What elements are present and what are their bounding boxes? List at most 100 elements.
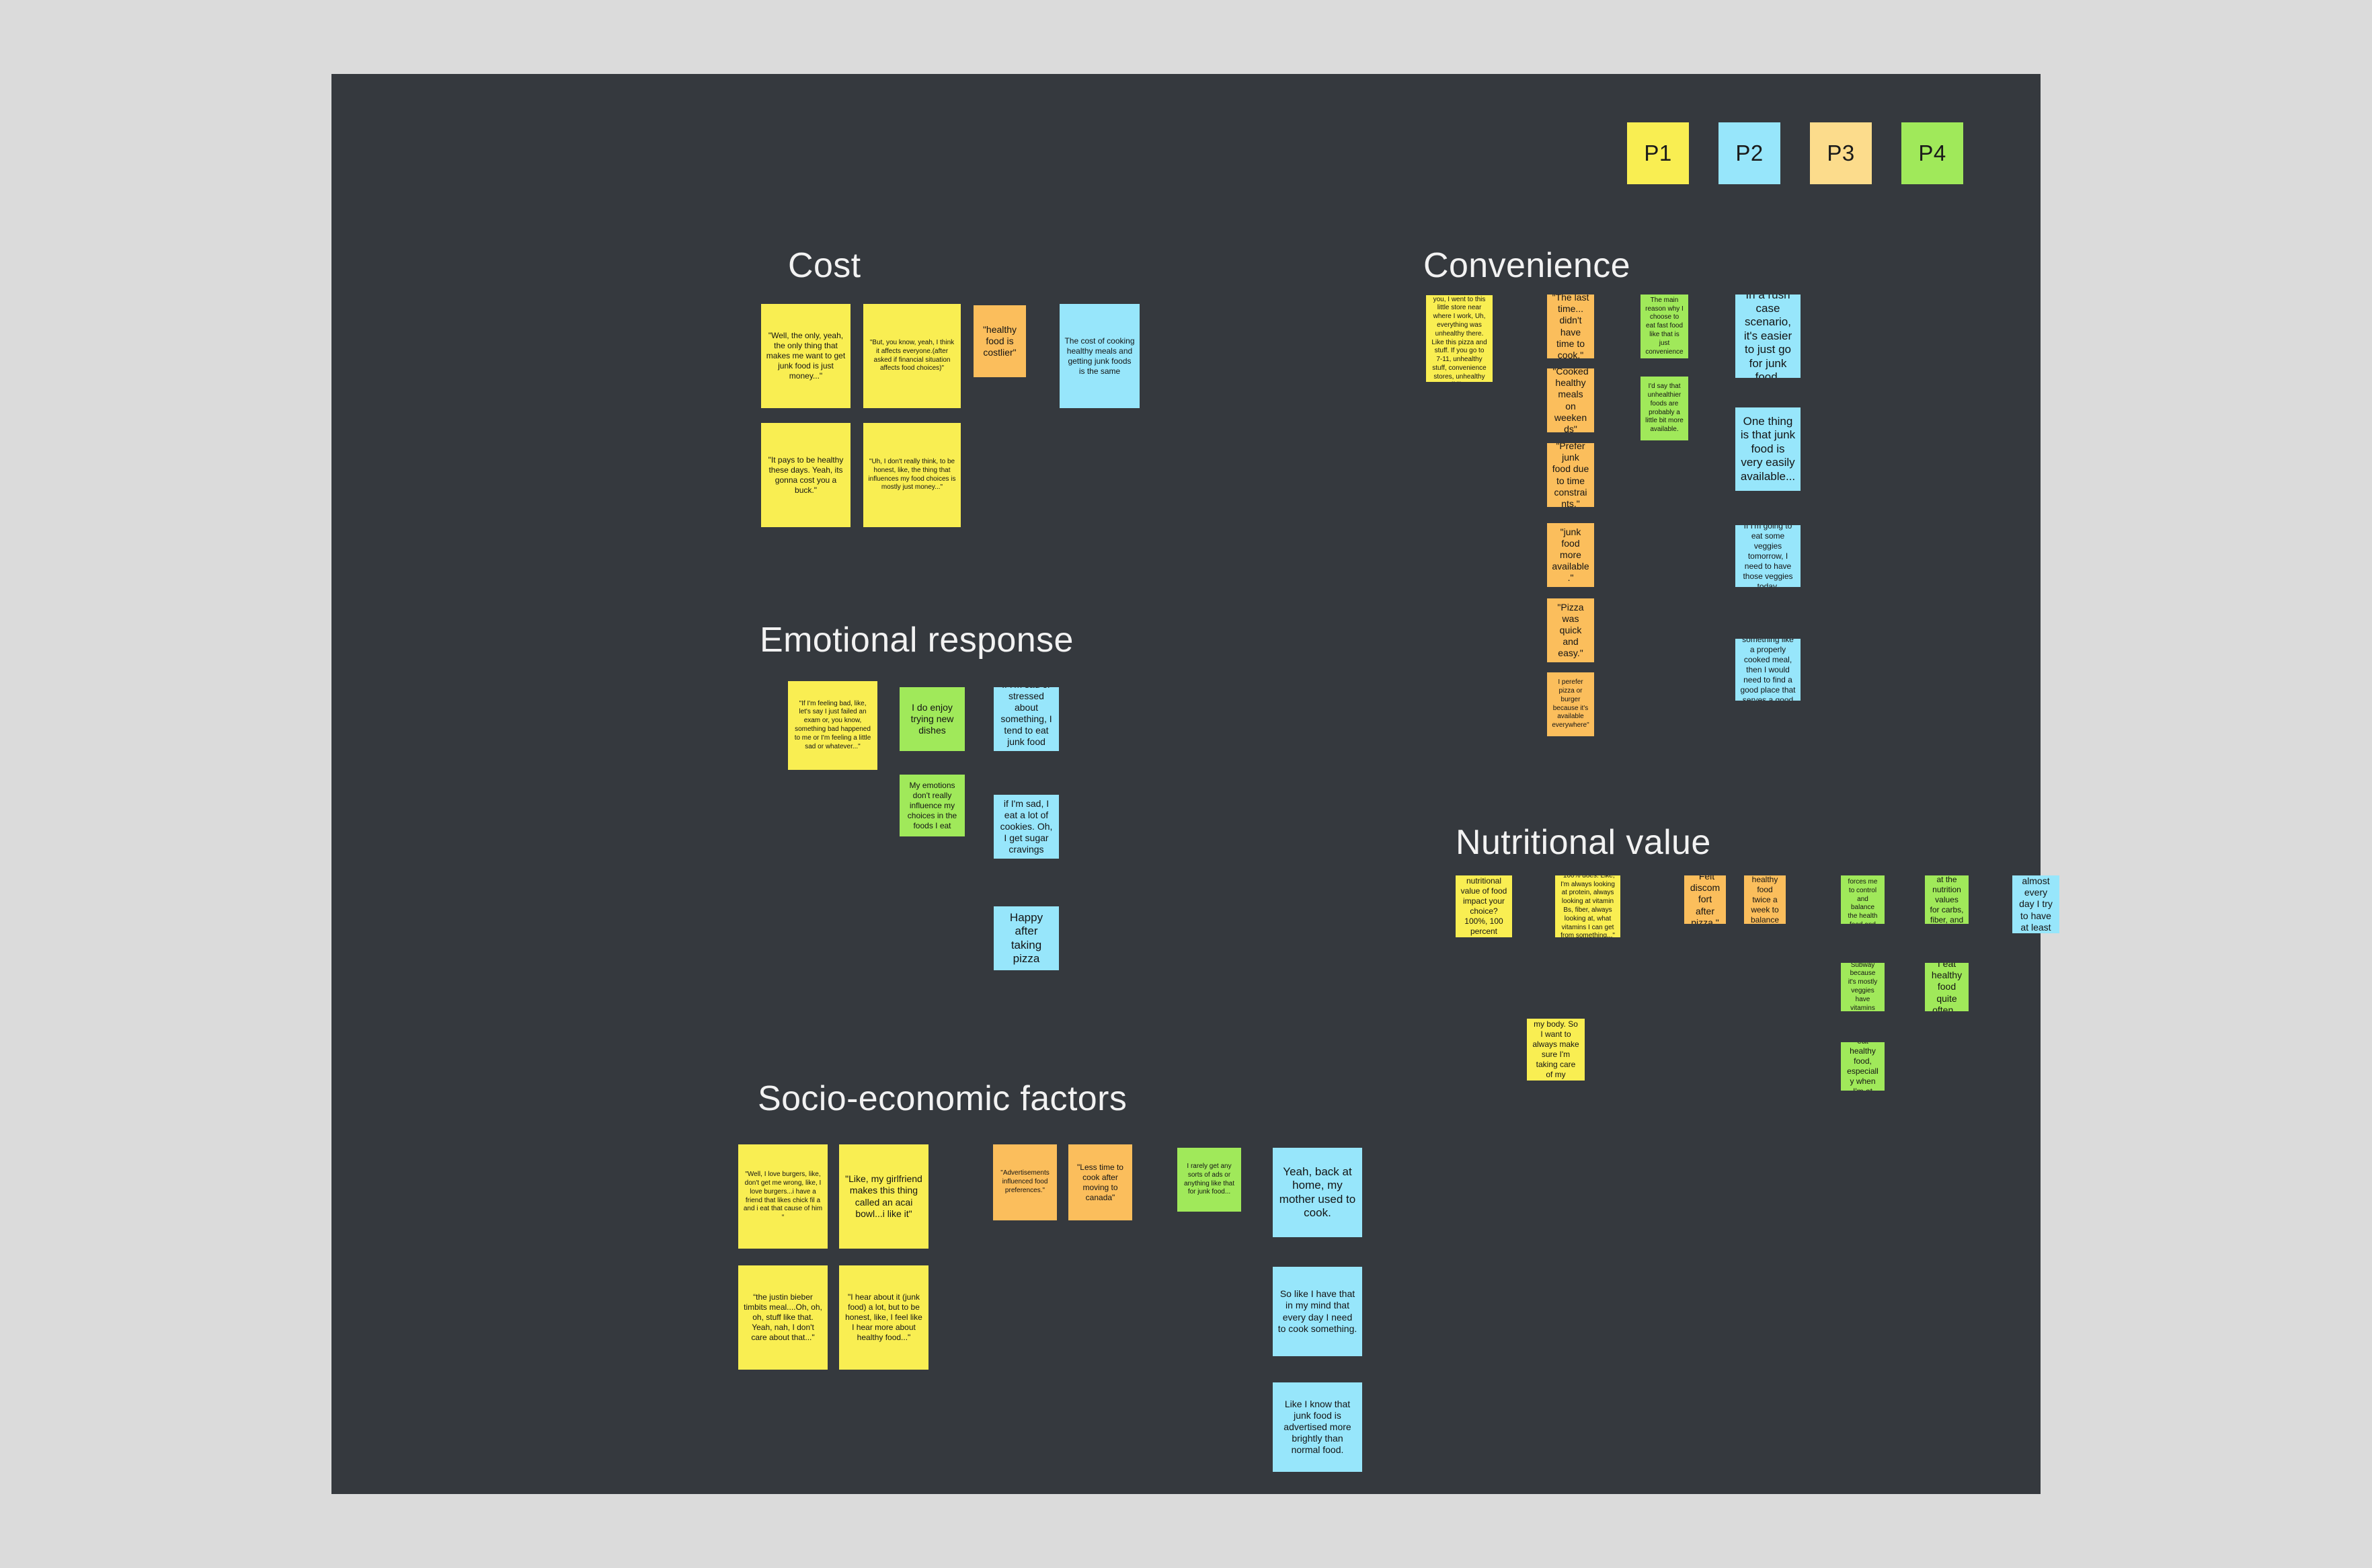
sticky-note[interactable]: "The last time... didn't have time to co… bbox=[1547, 295, 1594, 358]
sticky-note[interactable]: "I hear about it (junk food) a lot, but … bbox=[839, 1265, 928, 1370]
sticky-note[interactable]: Type one diabetes forces me to control a… bbox=[1841, 875, 1885, 924]
sticky-note-text: "If I'm feeling bad, like, let's say I j… bbox=[794, 699, 871, 750]
sticky-note[interactable]: One thing is that junk food is very easi… bbox=[1735, 407, 1801, 491]
legend-chip-label: P1 bbox=[1644, 141, 1672, 165]
sticky-note[interactable]: “the justin bieber timbits meal....Oh, o… bbox=[738, 1265, 828, 1370]
sticky-note[interactable]: Yeah, back at home, my mother used to co… bbox=[1273, 1148, 1362, 1237]
section-title-convenience: Convenience bbox=[1423, 246, 1630, 285]
sticky-note-text: "I cook healthy food twice a week to bal… bbox=[1750, 875, 1780, 924]
sticky-note[interactable]: I eat healthy food quite often... bbox=[1925, 963, 1969, 1011]
sticky-note[interactable]: "Less time to cook after moving to canad… bbox=[1068, 1144, 1132, 1220]
board-canvas[interactable]: P1 P2 P3 P4 Cost "Well, the only, yeah, the … bbox=[331, 74, 2059, 1494]
sticky-note[interactable]: "It pays to be healthy these days. Yeah,… bbox=[761, 423, 851, 527]
sticky-note[interactable]: I mostly eat healthy food, especially wh… bbox=[1841, 1042, 1885, 1091]
sticky-note[interactable]: I rarely get any sorts of ads or anythin… bbox=[1177, 1148, 1241, 1212]
sticky-note-text: I do enjoy trying new dishes bbox=[910, 701, 954, 736]
sticky-note-text: I'd probably have to say Subway because … bbox=[1848, 963, 1878, 1011]
participant-legend: P1 P2 P3 P4 bbox=[1627, 122, 1963, 184]
sticky-note-text: "Like, my girlfriend makes this thing ca… bbox=[845, 1173, 922, 1219]
sticky-note-text: The main reason why I choose to eat fast… bbox=[1645, 296, 1684, 356]
sticky-note-text: "Pizza was quick and easy." bbox=[1557, 601, 1584, 659]
sticky-note-text: I do look at the nutrition values for ca… bbox=[1930, 875, 1964, 924]
sticky-note[interactable]: "But, you know, yeah, I think it affects… bbox=[863, 304, 961, 408]
sticky-note[interactable]: Like almost every day I try to have at l… bbox=[2012, 875, 2059, 933]
sticky-note[interactable]: "Cooked healthy meals on weekends" bbox=[1547, 368, 1594, 432]
sticky-note[interactable]: I perefer pizza or burger because it's a… bbox=[1547, 672, 1594, 736]
sticky-note[interactable]: I'd probably have to say Subway because … bbox=[1841, 963, 1885, 1011]
sticky-note-text: "Well, I love burgers, like, don't get m… bbox=[743, 1171, 823, 1222]
sticky-note-text: "100 % Like, I told you, I went to this … bbox=[1431, 295, 1487, 382]
sticky-note-text: The cost of cooking healthy meals and ge… bbox=[1064, 336, 1135, 376]
sticky-note-text: Like almost every day I try to have at l… bbox=[2018, 875, 2054, 933]
sticky-note-text: Like I know that junk food is advertised… bbox=[1283, 1398, 1351, 1456]
sticky-note-text: "The last time... didn't have time to co… bbox=[1552, 295, 1589, 358]
sticky-note-text: "I hear about it (junk food) a lot, but … bbox=[845, 1292, 922, 1342]
section-title-emotional-response: Emotional response bbox=[760, 621, 1074, 660]
sticky-note-text: "100% does. Like, I'm always looking at … bbox=[1560, 875, 1615, 937]
sticky-note[interactable]: "Advertisements influenced food preferen… bbox=[993, 1144, 1057, 1220]
sticky-note[interactable]: "Like, my girlfriend makes this thing ca… bbox=[839, 1144, 928, 1249]
sticky-note-text: "It pays to be healthy these days. Yeah,… bbox=[768, 455, 844, 495]
sticky-note-text: I eat healthy food quite often... bbox=[1931, 963, 1963, 1011]
sticky-note-text: "Well, I love my body. So I want to alwa… bbox=[1532, 1019, 1579, 1081]
sticky-note[interactable]: I do look at the nutrition values for ca… bbox=[1925, 875, 1969, 924]
sticky-note[interactable]: "Well, I love burgers, like, don't get m… bbox=[738, 1144, 828, 1249]
sticky-note-text: "Less time to cook after moving to canad… bbox=[1077, 1162, 1123, 1202]
sticky-note[interactable]: I do enjoy trying new dishes bbox=[900, 687, 965, 751]
sticky-note[interactable]: In a rush case scenario, it's easier to … bbox=[1735, 295, 1801, 378]
sticky-note[interactable]: Like I know that junk food is advertised… bbox=[1273, 1382, 1362, 1472]
section-title-nutritional-value: Nutritional value bbox=[1456, 823, 1711, 862]
sticky-note[interactable]: I'd say that unhealthier foods are proba… bbox=[1640, 377, 1688, 440]
legend-chip-p1[interactable]: P1 bbox=[1627, 122, 1689, 184]
sticky-note-text: "Prefer junk food due to time constraint… bbox=[1552, 443, 1589, 507]
sticky-note[interactable]: "100 % Like, I told you, I went to this … bbox=[1426, 295, 1493, 382]
sticky-note[interactable]: " Does the nutritional value of food imp… bbox=[1456, 875, 1512, 937]
sticky-note[interactable]: "Prefer junk food due to time constraint… bbox=[1547, 443, 1594, 507]
sticky-note-text: Type one diabetes forces me to control a… bbox=[1848, 875, 1878, 924]
sticky-note[interactable]: So like I have that in my mind that ever… bbox=[1273, 1267, 1362, 1356]
sticky-note[interactable]: "If I'm feeling bad, like, let's say I j… bbox=[788, 681, 877, 770]
sticky-note-text: “the justin bieber timbits meal....Oh, o… bbox=[744, 1292, 822, 1342]
sticky-note-text: One thing is that junk food is very easi… bbox=[1740, 415, 1796, 483]
sticky-note-text: So like I have that in my mind that ever… bbox=[1277, 1288, 1357, 1334]
sticky-note-text: "junk food more available." bbox=[1552, 526, 1589, 584]
legend-chip-label: P2 bbox=[1735, 141, 1764, 165]
section-title-cost: Cost bbox=[788, 246, 861, 285]
sticky-note-text: If I'm sad or stressed about something, … bbox=[1000, 687, 1052, 751]
sticky-note-text: "healthy food is costlier" bbox=[982, 323, 1017, 358]
legend-chip-p2[interactable]: P2 bbox=[1718, 122, 1780, 184]
sticky-note[interactable]: "junk food more available." bbox=[1547, 523, 1594, 587]
sticky-note[interactable]: "healthy food is costlier" bbox=[974, 305, 1026, 377]
sticky-note[interactable]: The cost of cooking healthy meals and ge… bbox=[1060, 304, 1140, 408]
sticky-note[interactable]: "100% does. Like, I'm always looking at … bbox=[1555, 875, 1620, 937]
sticky-note-text: "Advertisements influenced food preferen… bbox=[1000, 1169, 1050, 1194]
sticky-note[interactable]: If I'm going to eat some veggies tomorro… bbox=[1735, 525, 1801, 587]
sticky-note[interactable]: "Well, I love my body. So I want to alwa… bbox=[1527, 1019, 1585, 1081]
sticky-note[interactable]: "I cook healthy food twice a week to bal… bbox=[1744, 875, 1786, 924]
sticky-note-text: In a rush case scenario, it's easier to … bbox=[1743, 295, 1792, 378]
legend-chip-p4[interactable]: P4 bbox=[1901, 122, 1963, 184]
sticky-note[interactable]: Happy after taking pizza bbox=[994, 906, 1059, 970]
legend-chip-p3[interactable]: P3 bbox=[1810, 122, 1872, 184]
sticky-note[interactable]: "Uh, I don't really think, to be honest,… bbox=[863, 423, 961, 527]
sticky-note[interactable]: "Felt discomfort after pizza." bbox=[1684, 875, 1726, 924]
sticky-note-text: "Well, the only, yeah, the only thing th… bbox=[766, 331, 846, 381]
sticky-note-text: if I'm sad, I eat a lot of cookies. Oh, … bbox=[1000, 797, 1053, 855]
sticky-note[interactable]: "Well, the only, yeah, the only thing th… bbox=[761, 304, 851, 408]
legend-chip-label: P3 bbox=[1827, 141, 1855, 165]
sticky-note-text: If I'm going to eat some veggies tomorro… bbox=[1743, 525, 1793, 587]
sticky-note[interactable]: "Pizza was quick and easy." bbox=[1547, 598, 1594, 662]
sticky-note[interactable]: if I'm sad, I eat a lot of cookies. Oh, … bbox=[994, 795, 1059, 859]
legend-chip-label: P4 bbox=[1918, 141, 1946, 165]
sticky-note[interactable]: If I want something like a properly cook… bbox=[1735, 639, 1801, 701]
sticky-note-text: I rarely get any sorts of ads or anythin… bbox=[1183, 1162, 1235, 1196]
sticky-note-text: Yeah, back at home, my mother used to co… bbox=[1279, 1165, 1356, 1219]
sticky-note-text: "But, you know, yeah, I think it affects… bbox=[869, 338, 955, 373]
section-title-socio-economic-factors: Socio-economic factors bbox=[758, 1079, 1128, 1118]
sticky-note-text: "Cooked healthy meals on weekends" bbox=[1552, 368, 1589, 432]
sticky-note-text: Happy after taking pizza bbox=[1009, 910, 1043, 965]
sticky-note[interactable]: The main reason why I choose to eat fast… bbox=[1640, 295, 1688, 358]
sticky-note[interactable]: My emotions don't really influence my ch… bbox=[900, 775, 965, 836]
sticky-note-text: I perefer pizza or burger because it's a… bbox=[1552, 678, 1589, 730]
sticky-note[interactable]: If I'm sad or stressed about something, … bbox=[994, 687, 1059, 751]
